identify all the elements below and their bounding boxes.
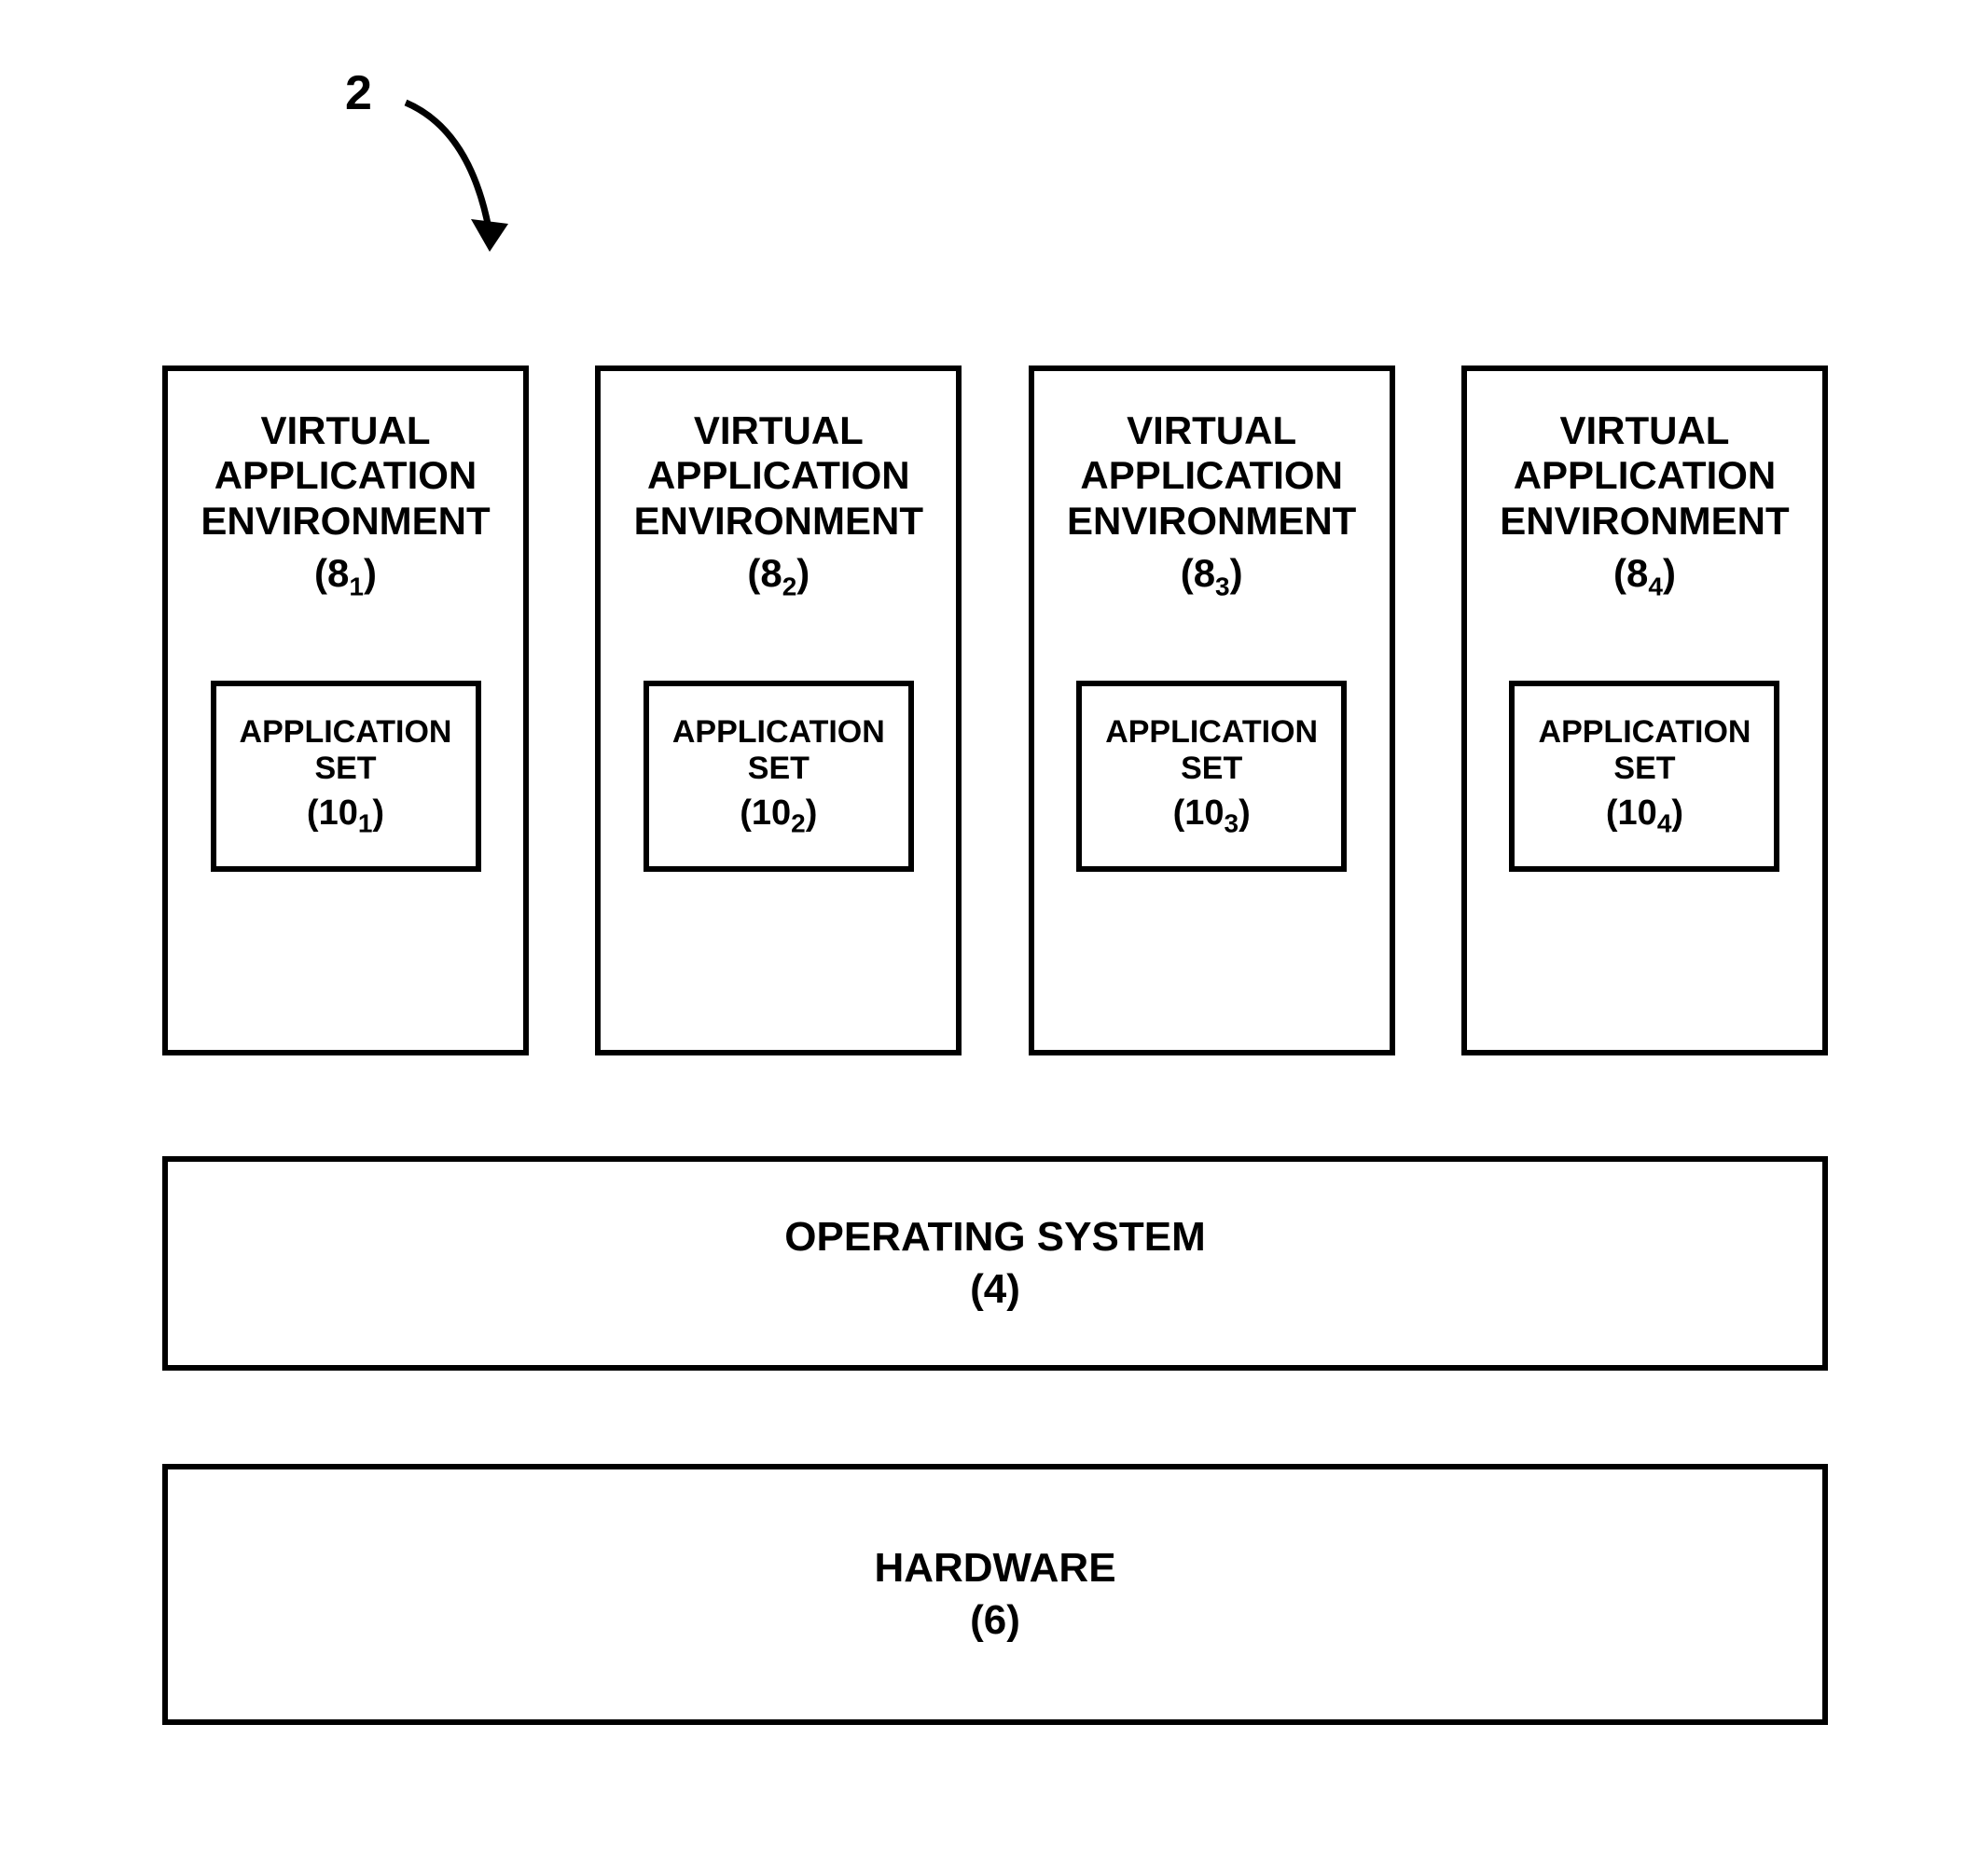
vae-title-line: ENVIRONMENT <box>634 499 923 543</box>
virtual-application-environments-row: VIRTUAL APPLICATION ENVIRONMENT (81) APP… <box>162 366 1828 1055</box>
application-set-3: APPLICATION SET (103) <box>1076 681 1347 872</box>
vae-title-line: ENVIRONMENT <box>1067 499 1356 543</box>
app-set-title: APPLICATION SET <box>672 714 885 787</box>
vae-reference: (82) <box>747 551 810 601</box>
vae-title-line: ENVIRONMENT <box>1500 499 1789 543</box>
app-title-line: SET <box>1181 751 1242 786</box>
vae-reference: (83) <box>1181 551 1243 601</box>
hw-title: HARDWARE <box>874 1545 1115 1592</box>
app-set-reference: (103) <box>1173 793 1251 839</box>
vae-title-line: VIRTUAL <box>694 408 864 452</box>
app-title-line: APPLICATION <box>240 714 452 750</box>
app-title-line: APPLICATION <box>1539 714 1751 750</box>
app-set-title: APPLICATION SET <box>1539 714 1751 787</box>
vae-reference: (81) <box>314 551 377 601</box>
app-title-line: APPLICATION <box>1105 714 1318 750</box>
application-set-1: APPLICATION SET (101) <box>211 681 481 872</box>
os-reference: (4) <box>970 1266 1020 1313</box>
vae-title-line: APPLICATION <box>215 453 477 497</box>
app-title-line: APPLICATION <box>672 714 885 750</box>
app-set-reference: (104) <box>1606 793 1683 839</box>
application-set-4: APPLICATION SET (104) <box>1509 681 1779 872</box>
vae-title-line: VIRTUAL <box>260 408 430 452</box>
reference-arrow-icon <box>392 93 541 280</box>
diagram-reference-number: 2 <box>345 65 372 121</box>
app-title-line: SET <box>748 751 810 786</box>
virtual-application-environment-1: VIRTUAL APPLICATION ENVIRONMENT (81) APP… <box>162 366 529 1055</box>
vae-title-line: APPLICATION <box>647 453 910 497</box>
app-set-reference: (101) <box>307 793 384 839</box>
vae-title: VIRTUAL APPLICATION ENVIRONMENT <box>201 408 490 544</box>
application-set-2: APPLICATION SET (102) <box>644 681 914 872</box>
vae-title-line: APPLICATION <box>1514 453 1777 497</box>
vae-title-line: APPLICATION <box>1080 453 1343 497</box>
vae-reference: (84) <box>1613 551 1676 601</box>
app-title-line: SET <box>314 751 376 786</box>
vae-title-line: VIRTUAL <box>1127 408 1296 452</box>
virtual-application-environment-4: VIRTUAL APPLICATION ENVIRONMENT (84) APP… <box>1461 366 1828 1055</box>
vae-title-line: ENVIRONMENT <box>201 499 490 543</box>
vae-title: VIRTUAL APPLICATION ENVIRONMENT <box>1067 408 1356 544</box>
vae-title: VIRTUAL APPLICATION ENVIRONMENT <box>634 408 923 544</box>
app-set-title: APPLICATION SET <box>1105 714 1318 787</box>
app-set-title: APPLICATION SET <box>240 714 452 787</box>
hardware-layer: HARDWARE (6) <box>162 1464 1828 1725</box>
os-title: OPERATING SYSTEM <box>784 1214 1205 1261</box>
vae-title-line: VIRTUAL <box>1559 408 1729 452</box>
virtual-application-environment-3: VIRTUAL APPLICATION ENVIRONMENT (83) APP… <box>1029 366 1395 1055</box>
app-set-reference: (102) <box>740 793 817 839</box>
virtual-application-environment-2: VIRTUAL APPLICATION ENVIRONMENT (82) APP… <box>595 366 962 1055</box>
vae-title: VIRTUAL APPLICATION ENVIRONMENT <box>1500 408 1789 544</box>
hw-reference: (6) <box>970 1597 1020 1644</box>
app-title-line: SET <box>1613 751 1675 786</box>
operating-system-layer: OPERATING SYSTEM (4) <box>162 1156 1828 1371</box>
